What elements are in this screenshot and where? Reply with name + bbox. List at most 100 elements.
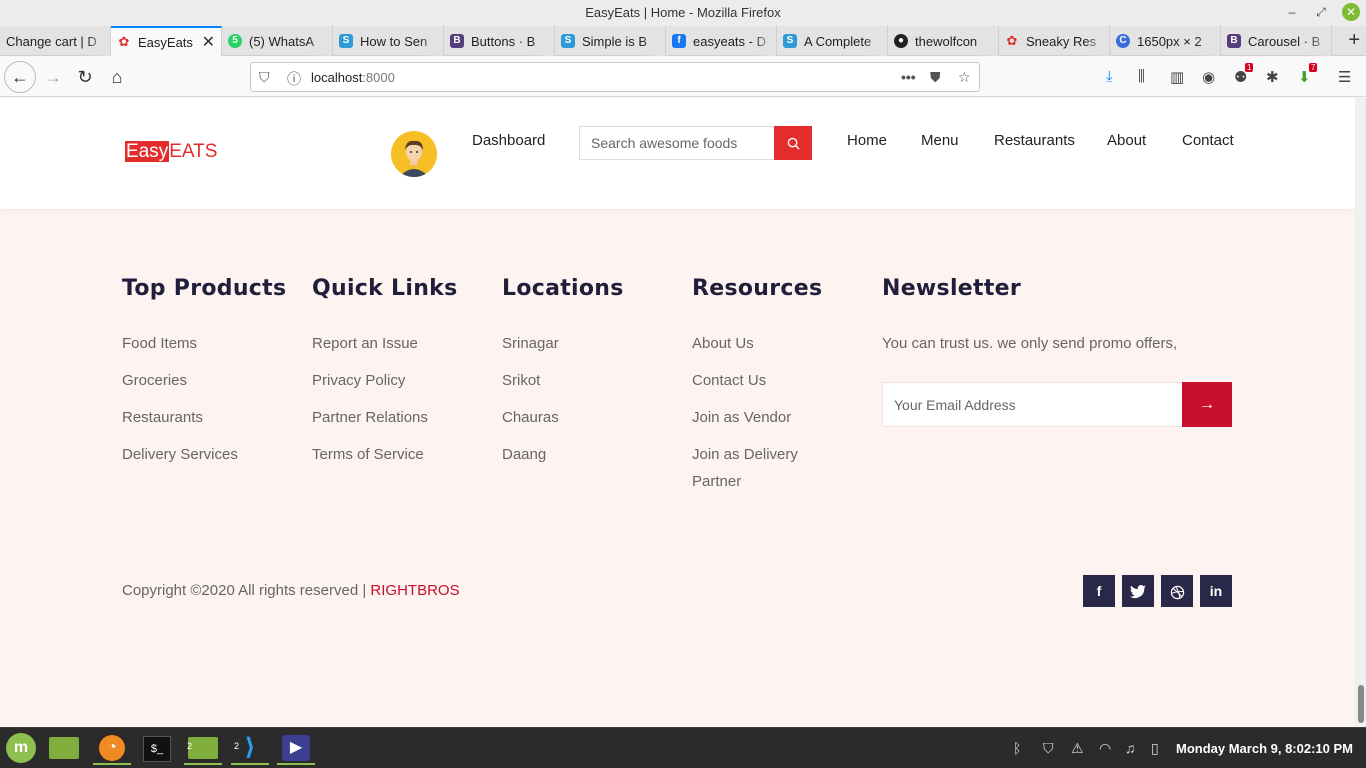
facebook-button[interactable]: f xyxy=(1083,575,1115,607)
clock[interactable]: Monday March 9, 8:02:10 PM xyxy=(1176,741,1353,756)
music-icon[interactable]: ♫ xyxy=(1125,740,1136,756)
tab-easyeats-facebook[interactable]: f easyeats - D xyxy=(666,26,777,56)
nav-about[interactable]: About xyxy=(1107,132,1146,149)
search-button[interactable] xyxy=(774,126,812,160)
avatar[interactable] xyxy=(391,131,437,177)
battery-icon[interactable]: ▯ xyxy=(1151,740,1159,757)
nav-menu[interactable]: Menu xyxy=(921,132,959,149)
files-icon[interactable] xyxy=(45,731,83,765)
tab-label: How to Sen xyxy=(360,33,428,49)
minimize-icon[interactable]: – xyxy=(1283,3,1301,21)
media-player-icon[interactable]: ▶ xyxy=(277,731,315,765)
tab-carousel-bootstrap[interactable]: B Carousel · B xyxy=(1221,26,1332,56)
footer-link[interactable]: Privacy Policy xyxy=(312,367,405,394)
footer-link[interactable]: Srikot xyxy=(502,367,540,394)
site-logo[interactable]: EasyEATS xyxy=(125,141,217,163)
tab-buttons-bootstrap[interactable]: B Buttons · B xyxy=(444,26,555,56)
footer-title-resources: Resources xyxy=(692,276,823,301)
window-titlebar: EasyEats | Home - Mozilla Firefox – ⤢ ✕ xyxy=(0,0,1366,26)
terminal-icon[interactable]: $_ xyxy=(138,731,176,765)
warning-icon[interactable]: ⚠ xyxy=(1071,740,1084,757)
nav-restaurants[interactable]: Restaurants xyxy=(994,132,1075,149)
vscode-icon[interactable]: ⟩ 2 xyxy=(231,731,269,765)
dashboard-link[interactable]: Dashboard xyxy=(472,132,545,149)
library-icon[interactable]: ⫼ xyxy=(1138,68,1145,85)
page-scrollbar[interactable] xyxy=(1355,98,1366,726)
tab-change-cart[interactable]: Change cart | D xyxy=(0,26,111,56)
url-text[interactable]: localhost:8000 xyxy=(311,70,395,85)
facebook-icon: f xyxy=(672,34,686,48)
footer-link[interactable]: Chauras xyxy=(502,404,559,431)
site-header: EasyEATS Dashboard Home xyxy=(0,98,1355,209)
tab-label: 1650px × 2 xyxy=(1137,33,1202,49)
bluetooth-icon[interactable]: ᛒ xyxy=(1013,740,1021,756)
sidebar-icon[interactable]: ▥ xyxy=(1170,68,1184,86)
tab-github[interactable]: ● thewolfcon xyxy=(888,26,999,56)
url-port: :8000 xyxy=(362,70,395,85)
new-tab-icon[interactable]: + xyxy=(1348,29,1360,52)
bootstrap-icon: B xyxy=(450,34,464,48)
forward-arrow-icon[interactable]: → xyxy=(38,62,68,92)
footer-link[interactable]: Delivery Services xyxy=(122,441,238,468)
pocket-icon[interactable]: ⛊ xyxy=(930,69,941,86)
stackoverflow-icon: S xyxy=(783,34,797,48)
home-icon[interactable]: ⌂ xyxy=(102,62,132,92)
info-icon[interactable]: ⓘ xyxy=(287,69,301,89)
twitter-button[interactable] xyxy=(1122,575,1154,607)
tab-simple-is-better[interactable]: S Simple is B xyxy=(555,26,666,56)
footer-link[interactable]: About Us xyxy=(692,330,754,357)
footer-link[interactable]: Join as Vendor xyxy=(692,404,791,431)
extension-icon[interactable]: ✱ xyxy=(1266,68,1279,86)
footer-link[interactable]: Terms of Service xyxy=(312,441,424,468)
tab-whatsapp[interactable]: 5 (5) WhatsA xyxy=(222,26,333,56)
tab-how-to-send[interactable]: S How to Sen xyxy=(333,26,444,56)
window-count: 2 xyxy=(187,741,193,751)
url-bar[interactable]: ⛉ ⓘ localhost:8000 ••• ⛊ ☆ xyxy=(250,62,980,92)
dribbble-button[interactable] xyxy=(1161,575,1193,607)
footer-link[interactable]: Partner Relations xyxy=(312,404,428,431)
bootstrap-icon: B xyxy=(1227,34,1241,48)
linkedin-button[interactable]: in xyxy=(1200,575,1232,607)
hamburger-menu-icon[interactable]: ☰ xyxy=(1338,68,1351,86)
logo-eats: EATS xyxy=(169,141,218,162)
tab-easyeats[interactable]: ✿ EasyEats ✕ xyxy=(111,26,222,56)
download-icon[interactable]: ⤓ xyxy=(1106,68,1113,85)
footer-link[interactable]: Groceries xyxy=(122,367,187,394)
nav-home[interactable]: Home xyxy=(847,132,887,149)
shield-icon[interactable]: ⛉ xyxy=(1043,740,1054,757)
nav-contact[interactable]: Contact xyxy=(1182,132,1234,149)
footer-link[interactable]: Restaurants xyxy=(122,404,203,431)
footer-link[interactable]: Daang xyxy=(502,441,546,468)
close-window-icon[interactable]: ✕ xyxy=(1342,3,1360,21)
twitter-icon xyxy=(1130,585,1146,599)
tab-image[interactable]: C 1650px × 2 xyxy=(1110,26,1221,56)
scrollbar-thumb[interactable] xyxy=(1358,685,1364,723)
user-avatar-icon xyxy=(391,131,437,177)
search-input[interactable] xyxy=(580,127,776,159)
reload-icon[interactable]: ↻ xyxy=(70,62,100,92)
wifi-icon[interactable]: ◠ xyxy=(1099,740,1111,757)
maximize-icon[interactable]: ⤢ xyxy=(1312,3,1330,21)
firefox-icon[interactable]: ◔ xyxy=(93,731,131,765)
footer-link[interactable]: Report an Issue xyxy=(312,330,418,357)
footer-link[interactable]: Contact Us xyxy=(692,367,766,394)
mint-menu-icon[interactable]: m xyxy=(2,731,40,765)
account-icon[interactable]: ◉ xyxy=(1202,68,1215,86)
tab-sneaky-restaurant[interactable]: ✿ Sneaky Res xyxy=(999,26,1110,56)
tab-a-complete[interactable]: S A Complete xyxy=(777,26,888,56)
shield-icon[interactable]: ⛉ xyxy=(259,69,270,86)
facebook-icon: f xyxy=(1096,583,1102,599)
email-input[interactable] xyxy=(883,383,1182,426)
newsletter-submit-button[interactable]: → xyxy=(1182,382,1232,427)
newsletter-text: You can trust us. we only send promo off… xyxy=(882,335,1178,352)
url-host: localhost xyxy=(311,70,363,85)
page-actions-icon[interactable]: ••• xyxy=(901,69,916,85)
footer-link[interactable]: Food Items xyxy=(122,330,197,357)
files-icon[interactable]: 2 xyxy=(184,731,222,765)
copyright-brand-link[interactable]: RIGHTBROS xyxy=(370,582,459,599)
footer-link[interactable]: Srinagar xyxy=(502,330,559,357)
back-arrow-icon[interactable]: ← xyxy=(4,61,36,93)
close-tab-icon[interactable]: ✕ xyxy=(202,32,215,52)
bookmark-star-icon[interactable]: ☆ xyxy=(958,69,971,86)
footer-link[interactable]: Join as Delivery Partner xyxy=(692,441,822,495)
